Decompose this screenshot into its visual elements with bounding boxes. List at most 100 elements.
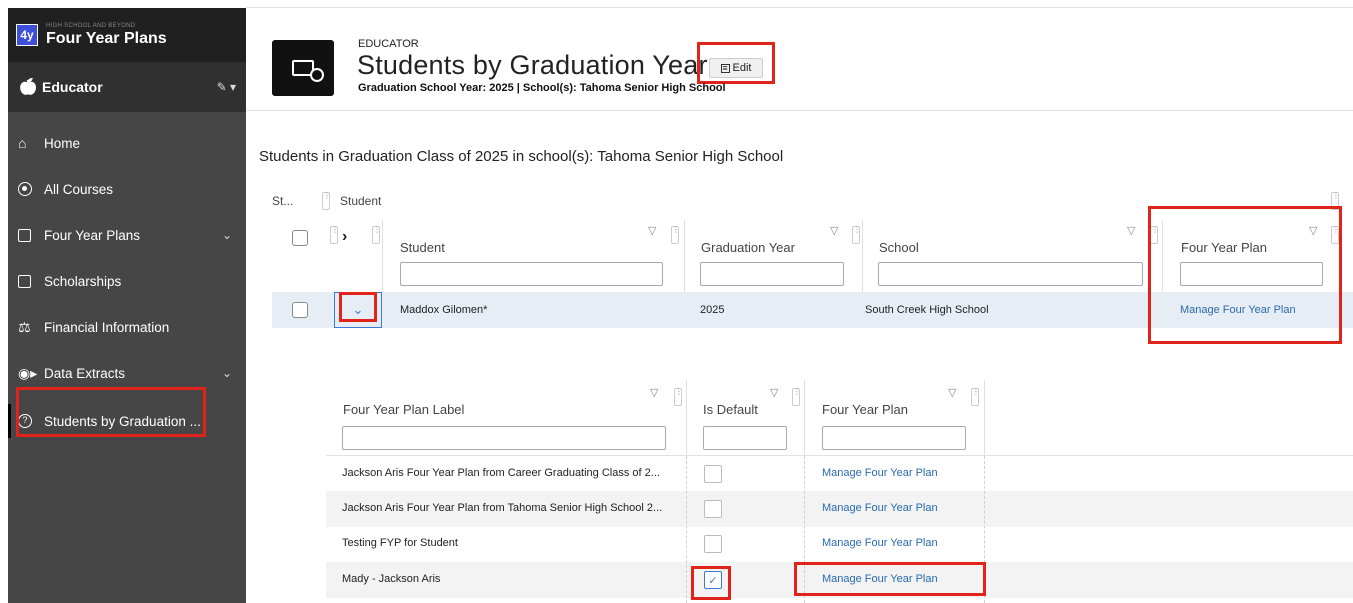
column-menu-icon[interactable]: ⋮ xyxy=(330,226,339,244)
apple-icon: 🍎︎ xyxy=(18,79,39,96)
row-expander[interactable]: ⌄ xyxy=(334,292,382,328)
column-divider xyxy=(862,220,863,292)
column-header-school[interactable]: School xyxy=(879,240,919,255)
select-all-checkbox[interactable] xyxy=(292,230,308,246)
column-divider xyxy=(1162,220,1163,292)
table-row[interactable]: Testing FYP for Student Manage Four Year… xyxy=(326,526,1353,562)
column-divider xyxy=(684,220,685,292)
school-filter-input[interactable] xyxy=(878,262,1143,286)
page-eyebrow: EDUCATOR xyxy=(358,38,419,50)
app-logo: 4y xyxy=(16,24,38,46)
sidebar-nav: ⌂ Home All Courses Four Year Plans ⌄ Sch… xyxy=(8,120,246,444)
column-menu-icon[interactable]: ⋮ xyxy=(674,388,683,406)
home-icon: ⌂ xyxy=(18,135,27,151)
column-menu-icon[interactable]: ⋮ xyxy=(792,388,801,406)
column-menu-icon[interactable]: ⋮ xyxy=(372,226,381,244)
role-switcher[interactable]: 🍎︎ Educator ✎ ▾ xyxy=(8,62,246,112)
group-by-row: St... ⋮ Student xyxy=(272,190,381,212)
column-divider xyxy=(686,456,687,603)
globe-icon xyxy=(310,68,324,82)
is-default-checkbox[interactable] xyxy=(704,535,722,553)
filter-icon[interactable]: ▽ xyxy=(830,224,838,237)
sidebar-item-scholarships[interactable]: Scholarships xyxy=(8,258,246,304)
chevron-down-icon[interactable]: ⌄ xyxy=(222,366,232,380)
page-icon xyxy=(272,40,334,96)
group-col-status: St... xyxy=(272,194,294,208)
column-menu-icon[interactable]: ⋮ xyxy=(1331,226,1340,244)
manage-four-year-plan-link[interactable]: Manage Four Year Plan xyxy=(822,537,938,549)
group-col-student: Student xyxy=(340,194,382,208)
is-default-checkbox-checked[interactable]: ✓ xyxy=(704,571,722,589)
role-menu-chevron-icon[interactable]: ✎ ▾ xyxy=(217,80,236,94)
sidebar-item-students-by-graduation[interactable]: ? Students by Graduation ... xyxy=(8,398,246,444)
brand-bar[interactable]: 4y HIGH SCHOOL AND BEYOND Four Year Plan… xyxy=(8,8,246,62)
sidebar-item-label: Financial Information xyxy=(44,319,170,335)
filter-icon[interactable]: ▽ xyxy=(948,386,956,399)
column-header-is-default[interactable]: Is Default xyxy=(703,402,758,417)
table-row[interactable]: Jackson Aris Four Year Plan from Career … xyxy=(326,456,1353,492)
column-menu-icon[interactable]: ⋮ xyxy=(671,226,680,244)
edit-button[interactable]: ≡ Edit xyxy=(709,58,763,78)
sidebar-item-financial-information[interactable]: ⚖ Financial Information xyxy=(8,304,246,350)
graduation-year-filter-input[interactable] xyxy=(700,262,844,286)
help-circle-icon: ? xyxy=(18,414,44,428)
is-default-checkbox[interactable] xyxy=(704,500,722,518)
filter-icon[interactable]: ▽ xyxy=(650,386,658,399)
sidebar-item-label: Scholarships xyxy=(44,273,122,289)
sidebar-item-label: Data Extracts xyxy=(44,365,126,381)
circle-dot-icon xyxy=(18,182,44,196)
column-menu-icon[interactable]: ⋮ xyxy=(1331,192,1340,210)
row-checkbox[interactable] xyxy=(292,302,308,318)
sidebar-item-label: Students by Graduation ... xyxy=(44,413,201,429)
column-header-detail-four-year-plan[interactable]: Four Year Plan xyxy=(822,402,908,417)
sidebar-item-all-courses[interactable]: All Courses xyxy=(8,166,246,212)
chevron-down-icon[interactable]: ⌄ xyxy=(222,228,232,242)
expand-all-chevron-icon[interactable]: › xyxy=(342,228,347,246)
checkmark-icon: ✓ xyxy=(708,574,718,587)
plan-label-filter-input[interactable] xyxy=(342,426,666,450)
manage-four-year-plan-link[interactable]: Manage Four Year Plan xyxy=(822,573,938,585)
column-header-graduation-year[interactable]: Graduation Year xyxy=(701,240,795,255)
finance-icon: ⚖ xyxy=(18,318,31,335)
column-menu-icon[interactable]: ⋮ xyxy=(852,226,861,244)
filter-icon[interactable]: ▽ xyxy=(1127,224,1135,237)
column-divider xyxy=(804,380,805,456)
table-row[interactable]: Jackson Aris Four Year Plan from Tahoma … xyxy=(326,491,1353,527)
column-header-four-year-plan-label[interactable]: Four Year Plan Label xyxy=(343,402,464,417)
scholarship-icon xyxy=(18,274,44,288)
plan-label: Mady - Jackson Aris xyxy=(342,573,441,585)
column-header-student[interactable]: Student xyxy=(400,240,445,255)
is-default-checkbox[interactable] xyxy=(704,465,722,483)
chevron-down-icon: ⌄ xyxy=(352,302,364,317)
graduation-year-value: 2025 xyxy=(700,304,725,316)
filter-icon[interactable]: ▽ xyxy=(770,386,778,399)
sidebar-item-label: Four Year Plans xyxy=(44,227,141,243)
section-title: Students in Graduation Class of 2025 in … xyxy=(259,148,784,165)
sidebar-item-data-extracts[interactable]: ◉▸ Data Extracts ⌄ xyxy=(8,350,246,396)
sidebar: 4y HIGH SCHOOL AND BEYOND Four Year Plan… xyxy=(8,8,246,603)
manage-four-year-plan-link[interactable]: Manage Four Year Plan xyxy=(822,502,938,514)
table-row[interactable]: Mady - Jackson Aris ✓ Manage Four Year P… xyxy=(326,562,1353,598)
manage-four-year-plan-link[interactable]: Manage Four Year Plan xyxy=(822,467,938,479)
column-divider xyxy=(686,380,687,456)
plan-label: Jackson Aris Four Year Plan from Career … xyxy=(342,467,660,479)
sidebar-item-home[interactable]: ⌂ Home xyxy=(8,120,246,166)
column-menu-icon[interactable]: ⋮ xyxy=(322,192,331,210)
column-divider xyxy=(984,456,985,603)
data-extract-icon: ◉▸ xyxy=(18,364,38,381)
column-divider xyxy=(382,220,383,292)
filter-icon[interactable]: ▽ xyxy=(1309,224,1317,237)
is-default-filter-input[interactable] xyxy=(703,426,787,450)
column-menu-icon[interactable]: ⋮ xyxy=(1150,226,1159,244)
column-divider xyxy=(984,380,985,456)
filter-icon[interactable]: ▽ xyxy=(648,224,656,237)
detail-plan-filter-input[interactable] xyxy=(822,426,966,450)
four-year-plan-filter-input[interactable] xyxy=(1180,262,1323,286)
column-menu-icon[interactable]: ⋮ xyxy=(971,388,980,406)
edit-icon: ≡ xyxy=(720,62,730,73)
sidebar-item-four-year-plans[interactable]: Four Year Plans ⌄ xyxy=(8,212,246,258)
school-value: South Creek High School xyxy=(865,304,989,316)
manage-four-year-plan-link[interactable]: Manage Four Year Plan xyxy=(1180,304,1296,316)
student-filter-input[interactable] xyxy=(400,262,663,286)
column-header-four-year-plan[interactable]: Four Year Plan xyxy=(1181,240,1267,255)
